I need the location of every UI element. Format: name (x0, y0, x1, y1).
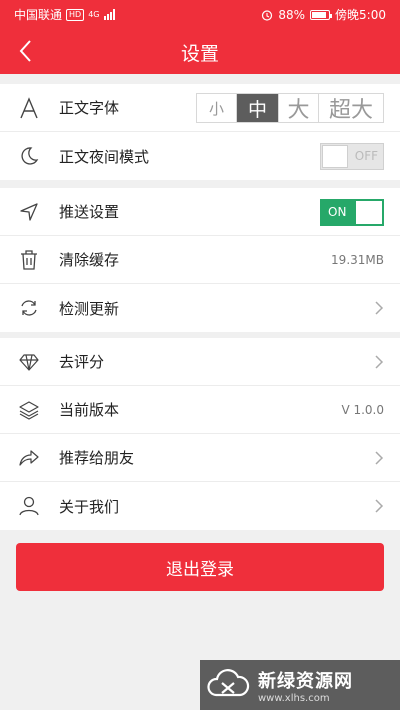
font-option-large[interactable]: 大 (279, 94, 319, 123)
letter-a-icon (13, 92, 45, 124)
layers-icon (13, 394, 45, 426)
carrier-name: 中国联通 (14, 8, 63, 22)
toggle-knob (356, 200, 382, 224)
night-mode-state: OFF (354, 148, 378, 163)
trash-icon (13, 244, 45, 276)
night-mode-toggle[interactable]: OFF (320, 142, 384, 170)
refresh-icon (13, 292, 45, 324)
about-row[interactable]: 关于我们 (0, 482, 400, 530)
chevron-right-icon (375, 451, 384, 465)
display-settings-group: 正文字体 小 中 大 超大 正文夜间模式 OFF (0, 84, 400, 180)
rate-label: 去评分 (59, 353, 105, 371)
clear-cache-label: 清除缓存 (59, 251, 120, 269)
push-state: ON (328, 204, 347, 219)
app-settings-group: 推送设置 ON 清除缓存 19.31MB 检测更新 (0, 188, 400, 332)
moon-icon (13, 140, 45, 172)
about-group: 去评分 当前版本 V 1.0.0 推荐给朋友 关于我们 (0, 338, 400, 530)
navigation-arrow-icon (13, 196, 45, 228)
status-bar: 中国联通 HD 4G 88% 傍晚5:00 (0, 0, 400, 28)
watermark: 新绿资源网 www.xlhs.com (200, 660, 400, 710)
chevron-right-icon (375, 355, 384, 369)
person-icon (13, 490, 45, 522)
font-option-extra-large[interactable]: 超大 (319, 94, 383, 123)
battery-icon (310, 9, 333, 20)
recommend-label: 推荐给朋友 (59, 449, 135, 467)
hd-badge: HD (66, 8, 85, 21)
night-mode-label: 正文夜间模式 (59, 147, 150, 166)
push-settings-row: 推送设置 ON (0, 188, 400, 236)
chevron-right-icon (375, 301, 384, 315)
recommend-row[interactable]: 推荐给朋友 (0, 434, 400, 482)
font-size-row: 正文字体 小 中 大 超大 (0, 84, 400, 132)
font-size-label: 正文字体 (59, 99, 120, 117)
about-label: 关于我们 (59, 497, 120, 516)
signal-icon (103, 9, 115, 20)
version-label: 当前版本 (59, 401, 120, 419)
cloud-logo-icon (207, 669, 250, 697)
rate-row[interactable]: 去评分 (0, 338, 400, 386)
cache-size: 19.31MB (331, 253, 384, 267)
clear-cache-row[interactable]: 清除缓存 19.31MB (0, 236, 400, 284)
alarm-clock-icon (262, 9, 273, 21)
battery-percent: 88% (278, 7, 306, 22)
watermark-url: www.xlhs.com (258, 692, 330, 704)
network-type: 4G (88, 10, 100, 19)
version-row: 当前版本 V 1.0.0 (0, 386, 400, 434)
watermark-title: 新绿资源网 (258, 670, 353, 692)
diamond-icon (13, 346, 45, 378)
toggle-knob (322, 144, 348, 168)
chevron-right-icon (375, 499, 384, 513)
version-number: V 1.0.0 (341, 403, 384, 417)
push-settings-label: 推送设置 (59, 203, 120, 221)
night-mode-row: 正文夜间模式 OFF (0, 132, 400, 180)
logout-button[interactable]: 退出登录 (16, 543, 384, 591)
push-toggle[interactable]: ON (320, 198, 384, 226)
clock-time: 傍晚5:00 (335, 8, 386, 22)
page-title: 设置 (180, 43, 219, 65)
check-update-row[interactable]: 检测更新 (0, 284, 400, 332)
font-size-selector: 小 中 大 超大 (196, 93, 384, 123)
share-arrow-icon (13, 442, 45, 474)
font-option-medium[interactable]: 中 (237, 94, 279, 122)
title-bar: 设置 (0, 28, 400, 74)
font-option-small[interactable]: 小 (197, 94, 237, 122)
check-update-label: 检测更新 (59, 299, 120, 318)
